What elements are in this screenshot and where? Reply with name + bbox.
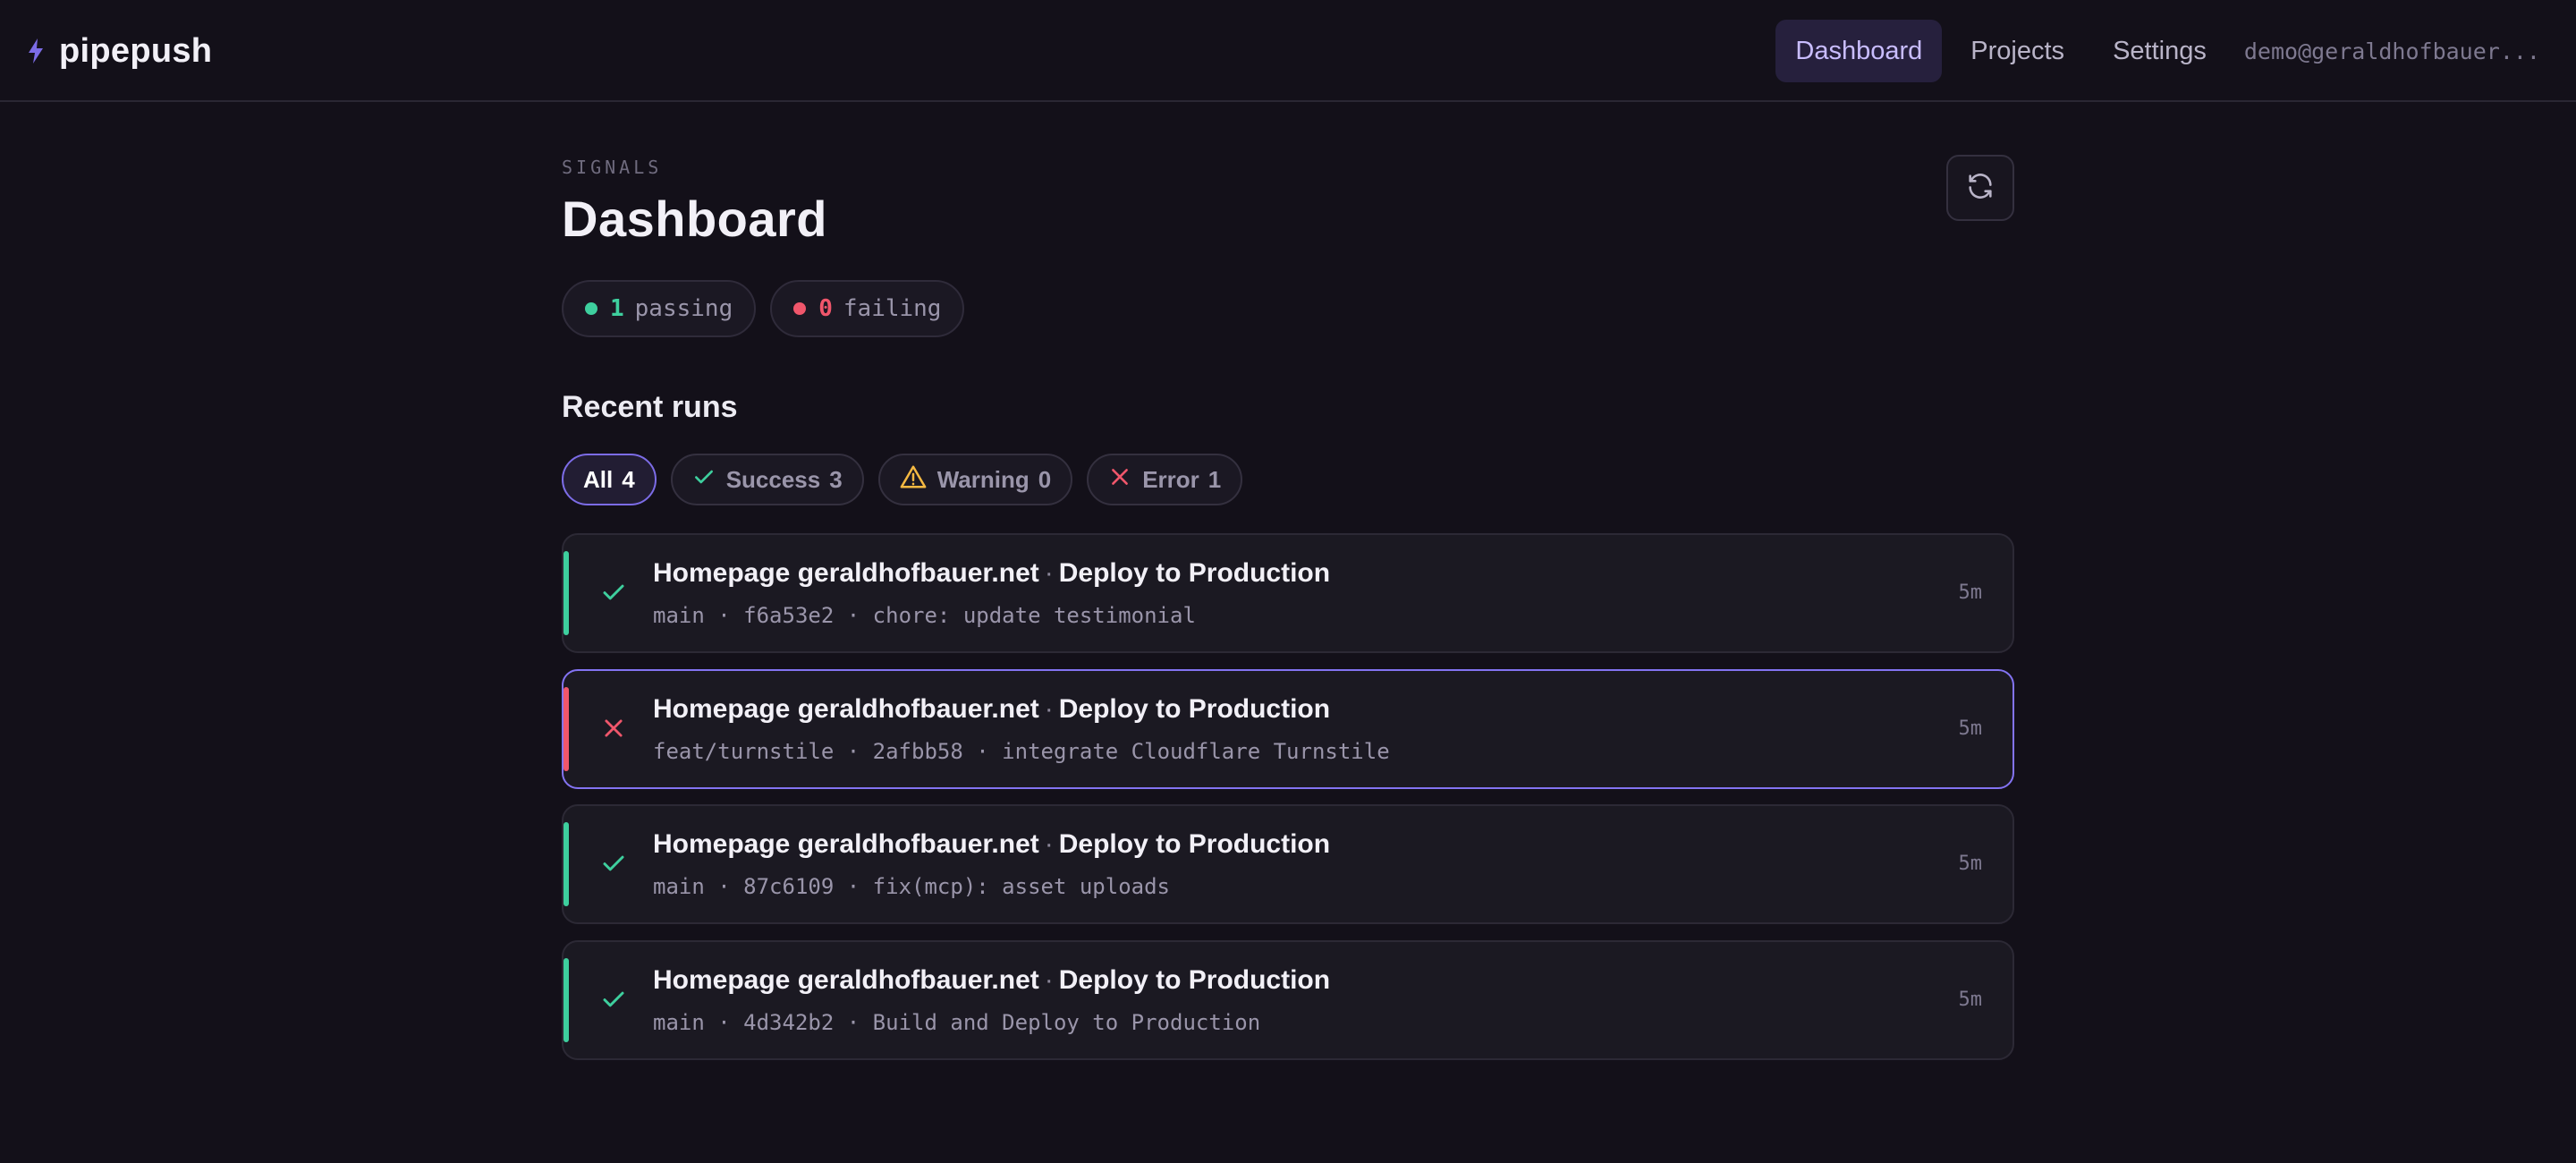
run-project: Homepage geraldhofbauer.net [653, 965, 1039, 995]
run-commit: 4d342b2 [743, 1010, 835, 1035]
run-title: Homepage geraldhofbauer.net · Deploy to Pr… [653, 829, 1330, 860]
run-item[interactable]: Homepage geraldhofbauer.net · Deploy to Pr… [562, 940, 2014, 1060]
refresh-icon [1965, 171, 1996, 206]
meta-separator: · [717, 874, 731, 899]
run-message: integrate Cloudflare Turnstile [1002, 739, 1390, 764]
run-item[interactable]: Homepage geraldhofbauer.net · Deploy to Pr… [562, 533, 2014, 653]
run-meta: main · f6a53e2 · chore: update testimoni… [653, 603, 1196, 628]
x-icon [1108, 465, 1142, 495]
run-meta: main · 4d342b2 · Build and Deploy to Pro… [653, 1010, 1260, 1035]
brand[interactable]: pipepush [27, 27, 212, 75]
filter-error[interactable]: Error 1 [1087, 454, 1243, 505]
run-item[interactable]: Homepage geraldhofbauer.net · Deploy to Pr… [562, 804, 2014, 924]
run-branch: main [653, 874, 705, 899]
run-project: Homepage geraldhofbauer.net [653, 694, 1039, 724]
filter-all[interactable]: All 4 [562, 454, 657, 505]
run-workflow: Deploy to Production [1058, 965, 1331, 995]
meta-separator: · [717, 1010, 731, 1035]
page-title: Dashboard [562, 191, 827, 247]
failing-dot-icon [793, 302, 807, 315]
filter-count: 0 [1038, 465, 1052, 493]
run-message: chore: update testimonial [872, 603, 1196, 628]
run-age: 5m [1958, 989, 1983, 1011]
passing-count: 1 [610, 295, 624, 322]
run-branch: main [653, 1010, 705, 1035]
nav-dashboard[interactable]: Dashboard [1775, 20, 1943, 82]
filter-label: Error [1142, 465, 1199, 493]
run-workflow: Deploy to Production [1058, 558, 1331, 588]
run-workflow: Deploy to Production [1058, 829, 1331, 859]
app-name: pipepush [59, 31, 213, 70]
status-bar [564, 822, 569, 906]
check-icon [597, 576, 630, 608]
check-icon [597, 983, 630, 1015]
filter-count: 4 [622, 465, 635, 493]
filter-warning[interactable]: Warning 0 [877, 454, 1073, 505]
top-bar: pipepush Dashboard Projects Settings dem… [0, 0, 2576, 102]
run-title: Homepage geraldhofbauer.net · Deploy to Pr… [653, 965, 1330, 996]
warning-icon [900, 464, 937, 496]
run-branch: feat/turnstile [653, 739, 835, 764]
run-branch: main [653, 603, 705, 628]
main-nav: Dashboard Projects Settings demo@geraldh… [1767, 20, 2540, 82]
title-separator: · [1044, 965, 1054, 995]
check-icon [692, 465, 726, 495]
meta-separator: · [846, 739, 860, 764]
passing-label: passing [634, 295, 733, 322]
page-eyebrow: SIGNALS [562, 157, 663, 178]
filter-count: 3 [829, 465, 843, 493]
run-title: Homepage geraldhofbauer.net · Deploy to Pr… [653, 694, 1330, 725]
run-message: Build and Deploy to Production [872, 1010, 1261, 1035]
filter-count: 1 [1208, 465, 1222, 493]
nav-projects[interactable]: Projects [1951, 20, 2084, 82]
meta-separator: · [976, 739, 989, 764]
run-workflow: Deploy to Production [1058, 694, 1331, 724]
run-age: 5m [1958, 582, 1983, 604]
title-separator: · [1044, 829, 1054, 859]
status-summary: 1 passing 0 failing [562, 280, 965, 337]
meta-separator: · [846, 603, 860, 628]
run-age: 5m [1958, 853, 1983, 875]
run-age: 5m [1958, 717, 1983, 740]
passing-dot-icon [585, 302, 597, 315]
check-icon [597, 847, 630, 879]
refresh-button[interactable] [1946, 155, 2014, 221]
run-meta: main · 87c6109 · fix(mcp): asset uploads [653, 874, 1170, 899]
user-email[interactable]: demo@geraldhofbauer... [2244, 38, 2540, 64]
bolt-icon [27, 38, 45, 64]
title-separator: · [1044, 558, 1054, 588]
run-message: fix(mcp): asset uploads [872, 874, 1171, 899]
run-meta: feat/turnstile · 2afbb58 · integrate Clo… [653, 739, 1390, 764]
filter-label: Warning [936, 465, 1030, 493]
run-project: Homepage geraldhofbauer.net [653, 558, 1039, 588]
run-project: Homepage geraldhofbauer.net [653, 829, 1039, 859]
passing-badge: 1 passing [562, 280, 757, 337]
run-filters: All 4 Success 3 Warning 0 Error 1 [562, 454, 1243, 505]
run-commit: 87c6109 [743, 874, 835, 899]
nav-settings[interactable]: Settings [2093, 20, 2226, 82]
recent-runs-title: Recent runs [562, 390, 738, 424]
status-bar [564, 687, 569, 771]
run-commit: 2afbb58 [872, 739, 963, 764]
status-bar [564, 551, 569, 635]
run-item[interactable]: Homepage geraldhofbauer.net · Deploy to Pr… [562, 669, 2014, 789]
filter-label: All [583, 465, 614, 493]
meta-separator: · [846, 874, 860, 899]
filter-success[interactable]: Success 3 [670, 454, 864, 505]
failing-badge: 0 failing [770, 280, 965, 337]
x-icon [597, 712, 630, 744]
run-title: Homepage geraldhofbauer.net · Deploy to Pr… [653, 558, 1330, 589]
failing-count: 0 [818, 295, 833, 322]
meta-separator: · [717, 603, 731, 628]
status-bar [564, 958, 569, 1042]
meta-separator: · [846, 1010, 860, 1035]
title-separator: · [1044, 694, 1054, 724]
filter-label: Success [725, 465, 821, 493]
failing-label: failing [843, 295, 942, 322]
run-commit: f6a53e2 [743, 603, 835, 628]
